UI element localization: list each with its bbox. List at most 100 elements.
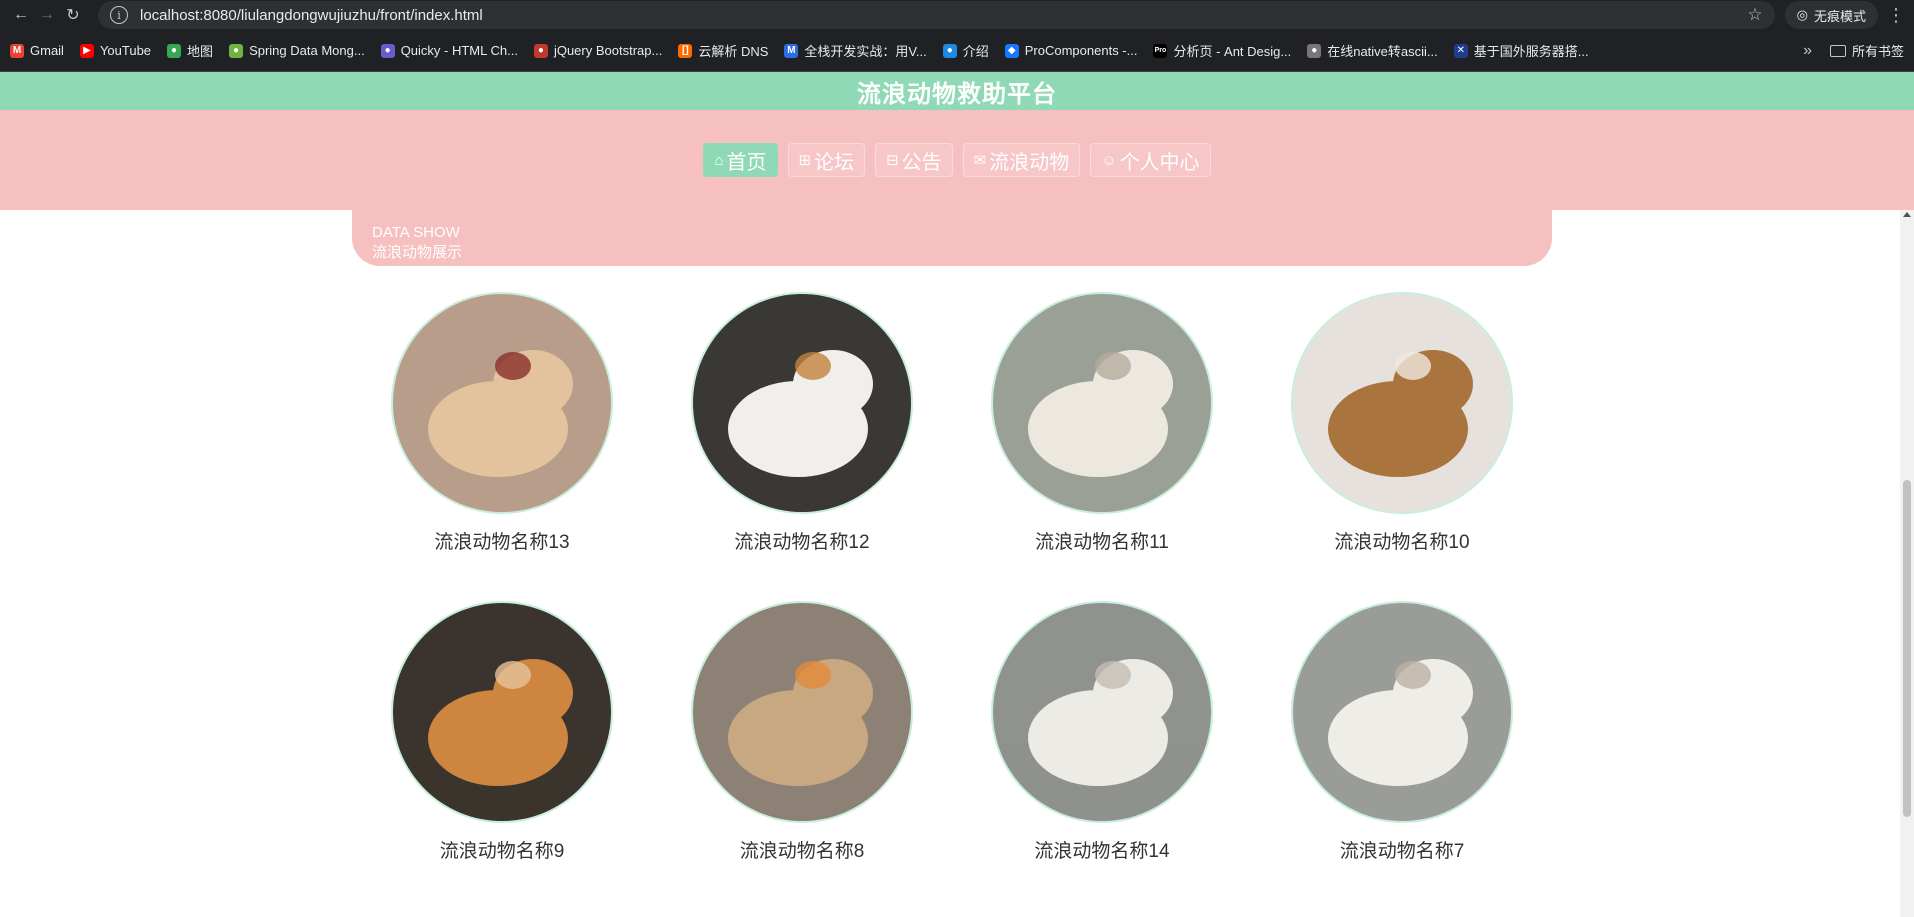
bookmark-label: 分析页 - Ant Desig...: [1173, 44, 1292, 59]
forward-icon[interactable]: →: [34, 2, 60, 28]
pet-name[interactable]: 流浪动物名称7: [1340, 836, 1465, 863]
bookmark-favicon-icon: ●: [229, 43, 244, 58]
page-scrollbar[interactable]: [1900, 210, 1914, 917]
all-bookmarks-button[interactable]: 所有书签: [1829, 41, 1904, 60]
bookmark-item[interactable]: ▶ YouTube: [79, 43, 151, 58]
section-title-en: DATA SHOW: [372, 224, 460, 241]
pet-name[interactable]: 流浪动物名称10: [1334, 527, 1469, 554]
bookmark-favicon-icon: ●: [533, 43, 548, 58]
pet-photo[interactable]: [991, 292, 1213, 514]
nav-item-label: 首页: [726, 151, 767, 174]
nav-item-label: 公告: [901, 151, 942, 174]
bookmark-item[interactable]: M 全栈开发实战：用V...: [784, 41, 927, 60]
pet-name[interactable]: 流浪动物名称12: [734, 527, 869, 554]
bookmark-label: ProComponents -...: [1024, 43, 1138, 58]
bookmark-favicon-icon: ●: [167, 43, 182, 58]
pet-card[interactable]: 流浪动物名称9: [352, 601, 652, 890]
pet-card[interactable]: 流浪动物名称11: [952, 292, 1252, 581]
pet-photo[interactable]: [391, 292, 613, 514]
pet-name[interactable]: 流浪动物名称11: [1035, 527, 1169, 554]
more-bookmarks-icon[interactable]: »: [1803, 42, 1812, 60]
bookmark-favicon-icon: M: [10, 43, 24, 58]
site-title: 流浪动物救助平台: [857, 80, 1057, 108]
nav-item-label: 个人中心: [1119, 151, 1200, 174]
bookmark-item[interactable]: ● 介绍: [942, 41, 989, 60]
bookmark-item[interactable]: ● Spring Data Mong...: [229, 43, 365, 58]
bookmark-favicon-icon: ●: [1307, 43, 1322, 58]
nav-item-label: 流浪动物: [989, 151, 1070, 174]
bookmark-label: 云解析 DNS: [698, 44, 769, 59]
folder-icon: [1829, 44, 1846, 57]
pet-grid: 流浪动物名称13 流浪动物名称12 流浪动物名称11 流浪动物名称10 流浪动物名称9 流…: [352, 292, 1552, 890]
pet-card[interactable]: 流浪动物名称13: [352, 292, 652, 581]
section-title-cn: 流浪动物展示: [372, 244, 463, 261]
pet-photo[interactable]: [1291, 601, 1513, 823]
pet-card[interactable]: 流浪动物名称14: [952, 601, 1252, 890]
browser-menu-icon[interactable]: ⋮: [1886, 5, 1906, 26]
mail-icon: ✉: [973, 152, 987, 169]
bookmarks-bar: M Gmail ▶ YouTube ● 地图 ● Spring Data Mong... ● Qu…: [0, 30, 1914, 72]
bookmark-label: 地图: [187, 44, 214, 59]
reload-icon[interactable]: ↻: [60, 2, 86, 28]
nav-item[interactable]: ✉ 流浪动物: [962, 143, 1081, 177]
bookmark-item[interactable]: ● 地图: [167, 41, 213, 60]
main-nav: ⌂ 首页 ⊞ 论坛 ⊟ 公告 ✉ 流浪动物 ☺ 个人中心: [0, 110, 1914, 210]
bookmark-label: Quicky - HTML Ch...: [400, 43, 518, 58]
bookmark-list: M Gmail ▶ YouTube ● 地图 ● Spring Data Mong... ● Qu…: [10, 41, 1605, 60]
pet-card[interactable]: 流浪动物名称8: [652, 601, 952, 890]
scroll-up-icon[interactable]: [1903, 212, 1911, 217]
bookmark-label: 全栈开发实战：用V...: [804, 44, 927, 59]
bookmark-label: 基于国外服务器搭...: [1473, 44, 1589, 59]
pet-card[interactable]: 流浪动物名称10: [1252, 292, 1552, 581]
bookmark-item[interactable]: ● Quicky - HTML Ch...: [380, 43, 518, 58]
bookmark-favicon-icon: M: [784, 43, 799, 58]
pet-name[interactable]: 流浪动物名称8: [740, 836, 865, 863]
nav-item[interactable]: ⊞ 论坛: [787, 143, 866, 177]
all-bookmarks-label: 所有书签: [1851, 44, 1904, 59]
bookmark-item[interactable]: Pro 分析页 - Ant Desig...: [1153, 41, 1291, 60]
home-icon: ⌂: [714, 151, 724, 169]
bookmark-star-icon[interactable]: ☆: [1747, 5, 1762, 25]
nav-item-label: 论坛: [814, 151, 855, 174]
pet-photo[interactable]: [391, 601, 613, 823]
bookmark-item[interactable]: [] 云解析 DNS: [678, 41, 768, 60]
site-info-icon[interactable]: i: [110, 6, 128, 24]
bookmark-favicon-icon: ●: [942, 43, 957, 58]
pet-photo[interactable]: [691, 601, 913, 823]
page-content: 流浪动物救助平台 ⌂ 首页 ⊞ 论坛 ⊟ 公告 ✉ 流浪动物 ☺ 个人中心 DATA SHOW 流…: [0, 72, 1914, 917]
book-icon: ⊞: [798, 152, 812, 169]
pet-card[interactable]: 流浪动物名称12: [652, 292, 952, 581]
bookmark-favicon-icon: []: [678, 43, 693, 58]
bookmark-favicon-icon: ◆: [1004, 43, 1019, 58]
pet-name[interactable]: 流浪动物名称13: [434, 527, 569, 554]
incognito-icon: ◎: [1796, 7, 1808, 22]
gift-icon: ⊟: [886, 152, 899, 169]
bookmark-item[interactable]: ◆ ProComponents -...: [1004, 43, 1138, 58]
back-icon[interactable]: ←: [8, 2, 34, 28]
pet-card[interactable]: 流浪动物名称7: [1252, 601, 1552, 890]
section-header: DATA SHOW 流浪动物展示: [352, 210, 1552, 266]
bookmark-label: Spring Data Mong...: [249, 43, 365, 58]
bookmark-item[interactable]: ● jQuery Bootstrap...: [533, 43, 662, 58]
pet-photo[interactable]: [991, 601, 1213, 823]
bookmark-favicon-icon: ✕: [1453, 43, 1468, 58]
site-header: 流浪动物救助平台: [0, 72, 1914, 110]
bookmark-item[interactable]: M Gmail: [10, 43, 64, 58]
address-bar[interactable]: i localhost:8080/liulangdongwujiuzhu/fro…: [98, 1, 1775, 29]
bookmark-favicon-icon: ▶: [79, 43, 94, 58]
incognito-badge[interactable]: ◎ 无痕模式: [1784, 1, 1878, 29]
scrollbar-thumb[interactable]: [1903, 480, 1911, 817]
bookmark-favicon-icon: ●: [380, 43, 395, 58]
nav-item[interactable]: ⌂ 首页: [703, 143, 778, 177]
pet-name[interactable]: 流浪动物名称14: [1034, 836, 1169, 863]
pet-photo[interactable]: [1291, 292, 1513, 514]
nav-item[interactable]: ⊟ 公告: [875, 143, 953, 177]
nav-item[interactable]: ☺ 个人中心: [1090, 143, 1211, 177]
bookmark-favicon-icon: Pro: [1153, 43, 1168, 58]
pet-photo[interactable]: [691, 292, 913, 514]
bookmark-item[interactable]: ● 在线native转ascii...: [1307, 41, 1438, 60]
bookmark-label: 介绍: [962, 44, 989, 59]
pet-name[interactable]: 流浪动物名称9: [440, 836, 565, 863]
bookmark-item[interactable]: ✕ 基于国外服务器搭...: [1453, 41, 1589, 60]
url-text[interactable]: localhost:8080/liulangdongwujiuzhu/front…: [140, 7, 1747, 24]
